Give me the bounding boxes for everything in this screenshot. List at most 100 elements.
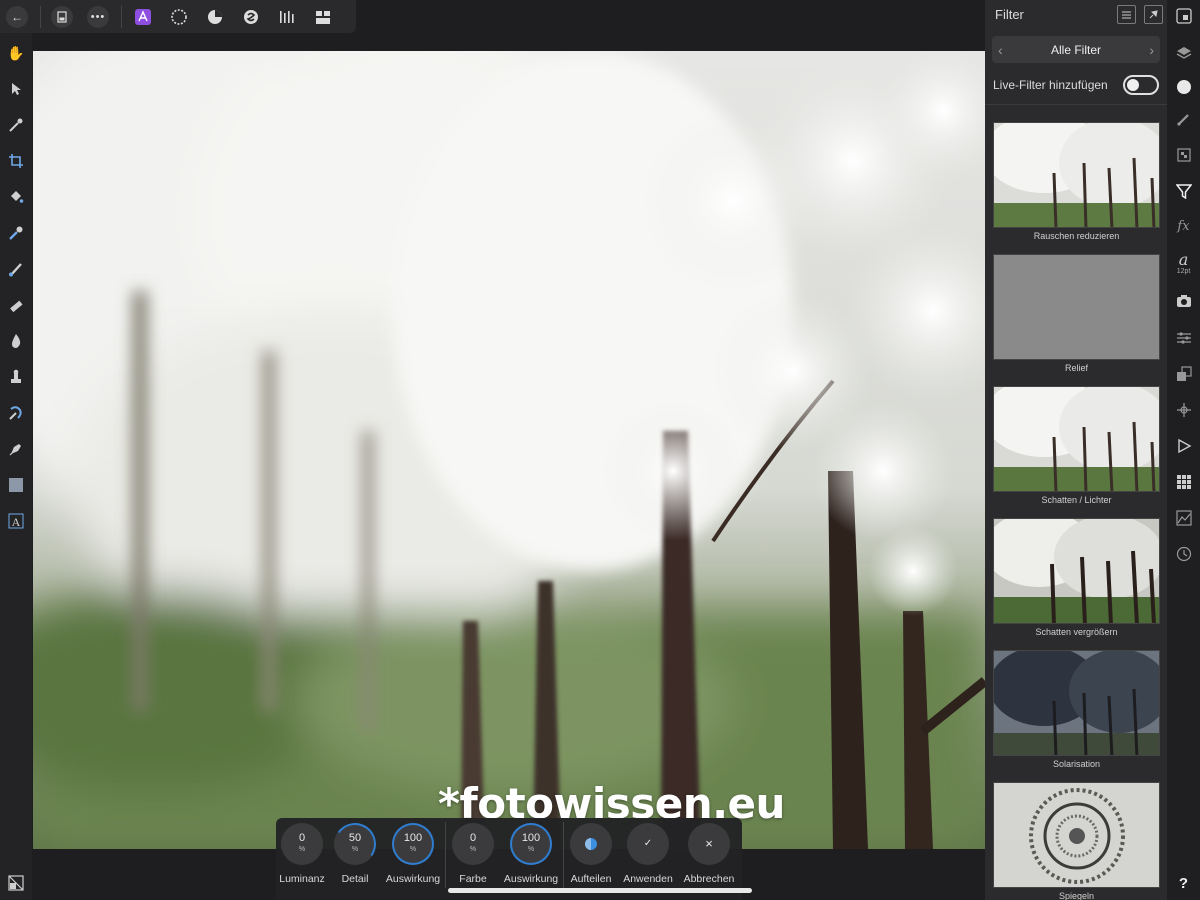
layers-icon[interactable] <box>1173 42 1194 63</box>
home-indicator[interactable] <box>448 888 752 893</box>
top-toolbar: ← ••• <box>0 0 356 33</box>
filter-thumbnail[interactable] <box>993 254 1160 360</box>
filter-label: Solarisation <box>1052 759 1101 769</box>
stock-icon[interactable] <box>1173 290 1194 311</box>
split-icon[interactable] <box>570 823 612 865</box>
photo-persona-icon[interactable] <box>132 6 154 28</box>
filter-icon[interactable] <box>1173 180 1194 201</box>
tools-panel: ✋ A <box>0 33 32 900</box>
character-size: 12pt <box>1176 267 1191 275</box>
color-effect-dial[interactable]: 100% Auswirkung <box>502 823 560 885</box>
pin-icon[interactable] <box>1144 5 1163 24</box>
hand-icon[interactable]: ✋ <box>6 43 26 63</box>
snapping-icon[interactable] <box>1173 399 1194 420</box>
filter-item-mirror[interactable]: Spiegeln <box>993 782 1160 900</box>
filter-thumbnail[interactable] <box>993 518 1160 624</box>
color-icon[interactable] <box>1173 76 1194 97</box>
cancel-button[interactable]: × Abbrechen <box>680 823 738 885</box>
liquify-persona-icon[interactable] <box>168 6 190 28</box>
navigator-icon[interactable] <box>1173 5 1194 26</box>
filter-label: Schatten / Lichter <box>1041 495 1112 505</box>
color-dial[interactable]: 0% Farbe <box>444 823 502 885</box>
selection-brush-icon[interactable] <box>6 223 26 243</box>
live-filter-toggle[interactable] <box>1123 75 1159 95</box>
dial[interactable]: 0% <box>452 823 494 865</box>
filter-item-solarization[interactable]: Solarisation <box>993 650 1160 769</box>
toolbar-divider <box>40 5 41 28</box>
filter-thumbnail[interactable] <box>993 782 1160 888</box>
character-icon[interactable]: a 12pt <box>1173 250 1194 278</box>
check-icon[interactable]: ✓ <box>627 823 669 865</box>
history-icon[interactable] <box>1173 543 1194 564</box>
dial-label: Auswirkung <box>385 873 441 885</box>
split-button[interactable]: Aufteilen <box>562 823 620 885</box>
fill-icon[interactable] <box>6 187 26 207</box>
text-icon[interactable]: A <box>6 511 26 531</box>
help-icon[interactable]: ? <box>1173 873 1194 894</box>
dial[interactable]: 100% <box>392 823 434 865</box>
luminance-effect-dial[interactable]: 100% Auswirkung <box>384 823 442 885</box>
panel-divider <box>985 104 1167 105</box>
move-icon[interactable] <box>6 79 26 99</box>
live-filter-row: Live-Filter hinzufügen <box>993 74 1159 96</box>
filter-label: Schatten vergrößern <box>1035 627 1118 637</box>
erase-brush-icon[interactable] <box>6 295 26 315</box>
tone-mapping-persona-icon[interactable] <box>240 6 262 28</box>
filter-item-shadow-enlarge[interactable]: Schatten vergrößern <box>993 518 1160 637</box>
studio-bar: fx a 12pt ? <box>1167 0 1200 900</box>
export-persona-icon[interactable] <box>276 6 298 28</box>
more-icon[interactable]: ••• <box>87 5 109 28</box>
pen-icon[interactable] <box>6 439 26 459</box>
filter-item-relief[interactable]: Relief <box>993 254 1160 373</box>
rectangle-icon[interactable] <box>6 475 26 495</box>
color-picker-icon[interactable] <box>6 115 26 135</box>
filter-item-noise-reduction[interactable]: Rauschen reduzieren <box>993 122 1160 241</box>
dial-label: Auswirkung <box>503 873 559 885</box>
transform-icon[interactable] <box>1173 363 1194 384</box>
back-arrow-icon[interactable]: ← <box>6 5 28 28</box>
preferences-icon[interactable] <box>6 873 26 893</box>
category-label: Alle Filter <box>1050 42 1101 57</box>
detail-dial[interactable]: 50% Detail <box>326 823 384 885</box>
dial[interactable]: 100% <box>510 823 552 865</box>
category-selector[interactable]: ‹ Alle Filter › <box>992 36 1160 63</box>
apply-button[interactable]: ✓ Anwenden <box>619 823 677 885</box>
toolbar-divider <box>121 5 122 28</box>
retouch-icon[interactable] <box>6 403 26 423</box>
chevron-right-icon[interactable]: › <box>1149 42 1154 58</box>
list-view-icon[interactable] <box>1117 5 1136 24</box>
clone-icon[interactable] <box>6 367 26 387</box>
svg-text:A: A <box>12 515 21 529</box>
histogram-icon[interactable] <box>1173 507 1194 528</box>
crop-icon[interactable] <box>6 151 26 171</box>
live-filter-label: Live-Filter hinzufügen <box>993 78 1108 92</box>
burn-icon[interactable] <box>6 331 26 351</box>
develop-persona-icon[interactable] <box>204 6 226 28</box>
macros-icon[interactable] <box>1173 435 1194 456</box>
luminance-dial[interactable]: 0% Luminanz <box>273 823 331 885</box>
dial[interactable]: 0% <box>281 823 323 865</box>
paint-brush-icon[interactable] <box>6 259 26 279</box>
filter-thumbnail[interactable] <box>993 650 1160 756</box>
app-window: ← ••• ✋ A *fotowissen.eu 0 % Luminanz 50… <box>0 0 1200 900</box>
filter-item-shadows-highlights[interactable]: Schatten / Lichter <box>993 386 1160 505</box>
library-icon[interactable] <box>1173 471 1194 492</box>
document-icon[interactable] <box>51 5 73 28</box>
close-icon[interactable]: × <box>688 823 730 865</box>
photo-canvas[interactable]: *fotowissen.eu <box>33 51 985 849</box>
filter-thumbnail[interactable] <box>993 386 1160 492</box>
dial-label: Farbe <box>459 873 487 885</box>
split-label: Aufteilen <box>570 873 612 885</box>
view-mode-icon[interactable] <box>312 6 334 28</box>
filter-panel: Filter ‹ Alle Filter › Live-Filter hinzu… <box>985 0 1167 900</box>
adjustments-icon[interactable] <box>1173 327 1194 348</box>
cancel-label: Abbrechen <box>683 873 735 885</box>
brushes-icon[interactable] <box>1173 108 1194 129</box>
filter-thumbnail[interactable] <box>993 122 1160 228</box>
filter-label: Relief <box>1064 363 1088 373</box>
panel-title: Filter <box>995 7 1024 22</box>
effects-icon[interactable]: fx <box>1173 216 1194 237</box>
chevron-left-icon[interactable]: ‹ <box>998 42 1003 58</box>
channels-icon[interactable] <box>1173 144 1194 165</box>
dial[interactable]: 50% <box>334 823 376 865</box>
